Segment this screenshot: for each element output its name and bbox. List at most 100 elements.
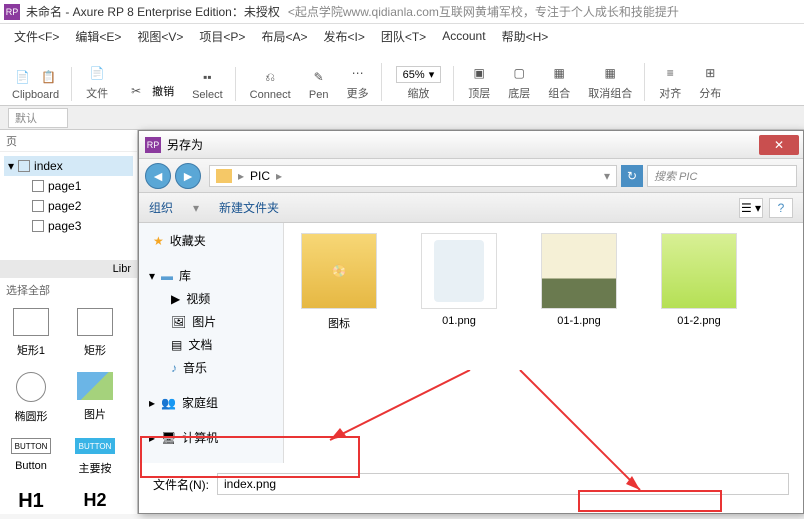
menu-publish[interactable]: 发布<I> (317, 26, 370, 47)
pages-header: 页 (0, 130, 137, 152)
expand-icon[interactable]: ▸ (149, 396, 155, 410)
shape-h2[interactable]: H2 (70, 490, 120, 513)
menu-layout[interactable]: 布局<A> (255, 26, 313, 47)
cut-icon[interactable]: ✂ (126, 81, 146, 101)
dialog-bottom: 文件名(N): (139, 463, 803, 505)
computer-item[interactable]: ▸🖥计算机 (139, 426, 283, 449)
menu-help[interactable]: 帮助<H> (496, 26, 555, 47)
shape-primary[interactable]: BUTTON主要按 (70, 438, 120, 476)
align-icon[interactable]: ≡ (660, 63, 680, 83)
pen-label: Pen (309, 89, 329, 101)
expand-icon[interactable]: ▾ (149, 269, 155, 283)
nav-back-button[interactable]: ◄ (145, 163, 171, 189)
pictures-item[interactable]: 🖼图片 (139, 310, 283, 333)
image-thumbnail (421, 233, 497, 309)
tree-page2[interactable]: page2 (4, 196, 133, 216)
menu-view[interactable]: 视图<V> (131, 26, 189, 47)
documents-item[interactable]: ▤文档 (139, 333, 283, 356)
style-select[interactable]: 默认 (8, 108, 68, 128)
group-icon[interactable]: ▦ (549, 63, 569, 83)
video-item[interactable]: ▶视频 (139, 287, 283, 310)
select-icon[interactable]: ▪▪ (197, 67, 217, 87)
refresh-button[interactable]: ↻ (621, 165, 643, 187)
breadcrumb-sep: ▸ (238, 169, 244, 183)
new-file-icon[interactable]: 📄 (13, 67, 33, 87)
breadcrumb-dropdown-icon[interactable]: ▾ (604, 169, 616, 183)
main-toolbar: 📄 📋 Clipboard 📄 文件 ✂ 撤销 ▪▪ Select ⎌ Conn… (0, 48, 804, 106)
select-all-label[interactable]: 选择全部 (0, 278, 137, 302)
menu-edit[interactable]: 编辑<E> (69, 26, 127, 47)
tree-page1[interactable]: page1 (4, 176, 133, 196)
tool-group-file: 📄 📋 Clipboard (8, 67, 72, 101)
dialog-nav: ◄ ► ▸ PIC ▸ ▾ ↻ 搜索 PIC (139, 159, 803, 193)
more-icon[interactable]: ⋯ (348, 63, 368, 83)
homegroup-icon: 👥 (161, 396, 176, 410)
more-label: 更多 (347, 85, 369, 101)
pen-icon[interactable]: ✎ (309, 67, 329, 87)
filename-input[interactable] (217, 473, 789, 495)
undo-label[interactable]: 撤销 (152, 83, 174, 99)
image-thumbnail (541, 233, 617, 309)
help-button[interactable]: ? (769, 198, 793, 218)
tree-page3[interactable]: page3 (4, 216, 133, 236)
homegroup-item[interactable]: ▸👥家庭组 (139, 391, 283, 414)
tree-root[interactable]: ▾ index (4, 156, 133, 176)
video-icon: ▶ (171, 292, 180, 306)
nav-forward-button[interactable]: ► (175, 163, 201, 189)
tool-group-undo: ✂ 撤销 (122, 81, 178, 101)
file-01png[interactable]: 01.png (414, 233, 504, 327)
distribute-icon[interactable]: ⊞ (700, 63, 720, 83)
tool-align: ≡ 对齐 (655, 63, 685, 101)
shape-rect2[interactable]: 矩形 (70, 308, 120, 358)
breadcrumb[interactable]: ▸ PIC ▸ ▾ (209, 165, 617, 187)
file-01-1png[interactable]: 01-1.png (534, 233, 624, 327)
filename-label: 文件名(N): (153, 476, 209, 493)
tool-group-btn: ▦ 组合 (544, 63, 574, 101)
menu-team[interactable]: 团队<T> (375, 26, 432, 47)
favorites-section[interactable]: ★收藏夹 (139, 229, 283, 252)
ungroup-icon[interactable]: ▦ (600, 63, 620, 83)
menu-account[interactable]: Account (436, 27, 491, 45)
organize-menu[interactable]: 组织 (149, 199, 173, 216)
file-01-2png[interactable]: 01-2.png (654, 233, 744, 327)
tool-group-file2: 📄 文件 (82, 63, 112, 101)
page-icon (32, 200, 44, 212)
shape-button[interactable]: BUTTONButton (6, 438, 56, 476)
new-folder-button[interactable]: 新建文件夹 (219, 199, 279, 216)
title-text: 未命名 - Axure RP 8 Enterprise Edition：未授权 (26, 3, 280, 20)
music-item[interactable]: ♪音乐 (139, 356, 283, 379)
app-icon: RP (4, 4, 20, 20)
expand-icon[interactable]: ▸ (149, 431, 155, 445)
folder-icon (216, 169, 232, 183)
breadcrumb-item[interactable]: PIC (250, 169, 270, 183)
tool-group-more: ⋯ 更多 (343, 63, 382, 101)
dialog-body: ★收藏夹 ▾▬库 ▶视频 🖼图片 ▤文档 ♪音乐 ▸👥家庭组 ▸🖥计算机 📀 图… (139, 223, 803, 463)
zoom-select[interactable]: 65% ▾ (396, 66, 442, 83)
file-icon[interactable]: 📄 (87, 63, 107, 83)
tool-ungroup: ▦ 取消组合 (584, 63, 645, 101)
connect-icon[interactable]: ⎌ (260, 67, 280, 87)
close-button[interactable]: ✕ (759, 135, 799, 155)
search-input[interactable]: 搜索 PIC (647, 165, 797, 187)
folder-thumbnail: 📀 (301, 233, 377, 309)
page-tree: ▾ index page1 page2 page3 (0, 152, 137, 240)
view-mode-button[interactable]: ☰ ▾ (739, 198, 763, 218)
page-name: index (34, 159, 63, 173)
tool-group-pen: ✎ Pen (305, 67, 333, 101)
collapse-icon[interactable]: ▾ (8, 159, 14, 173)
open-file-icon[interactable]: 📋 (39, 67, 59, 87)
shape-circle[interactable]: 椭圆形 (6, 372, 56, 424)
shape-image[interactable]: 图片 (70, 372, 120, 424)
computer-icon: 🖥 (161, 431, 176, 445)
star-icon: ★ (153, 234, 164, 248)
bring-front-icon[interactable]: ▣ (469, 63, 489, 83)
file-folder[interactable]: 📀 图标 (294, 233, 384, 331)
menu-project[interactable]: 项目<P> (193, 26, 251, 47)
sub-toolbar: 默认 (0, 106, 804, 130)
shape-h1[interactable]: H1 (6, 490, 56, 513)
send-back-icon[interactable]: ▢ (509, 63, 529, 83)
library-section[interactable]: ▾▬库 (139, 264, 283, 287)
shape-rect1[interactable]: 矩形1 (6, 308, 56, 358)
menu-file[interactable]: 文件<F> (8, 26, 65, 47)
library-panel: Libr 选择全部 矩形1 矩形 椭圆形 图片 BUTTONButton BUT… (0, 260, 137, 519)
